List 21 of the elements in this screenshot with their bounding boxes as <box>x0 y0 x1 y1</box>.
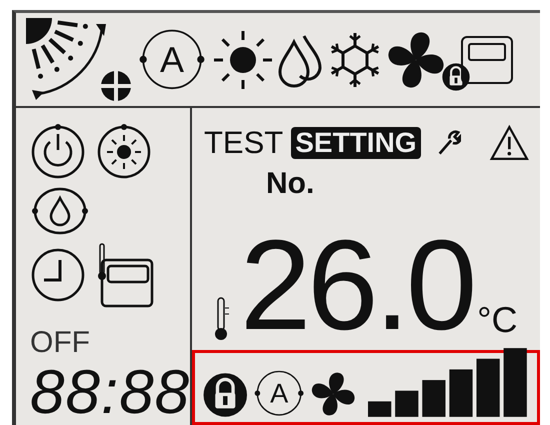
clock-icon <box>30 247 86 303</box>
off-label: OFF <box>30 328 91 358</box>
quadrant-circle-icon <box>100 70 132 102</box>
sun-icon <box>212 28 274 90</box>
thermometer-icon <box>212 296 230 342</box>
temperature-display: 26.0 <box>240 230 474 342</box>
number-label: No. <box>266 168 316 200</box>
water-drop-cycle-icon <box>30 186 90 236</box>
fan-icon <box>310 370 356 418</box>
power-icon <box>30 122 86 180</box>
snowflake-icon <box>328 30 382 88</box>
lock-icon <box>203 372 248 418</box>
thermostat-controller-icon <box>96 242 154 308</box>
celsius-unit: °C <box>477 302 518 338</box>
lock-icon <box>442 63 470 91</box>
test-label: TEST <box>204 125 284 161</box>
fan-icon <box>386 30 446 90</box>
timer-display: 88:88 <box>30 364 190 422</box>
remote-controller-icon <box>460 34 514 84</box>
setting-label: SETTING <box>291 127 421 159</box>
brightness-icon <box>96 122 152 180</box>
